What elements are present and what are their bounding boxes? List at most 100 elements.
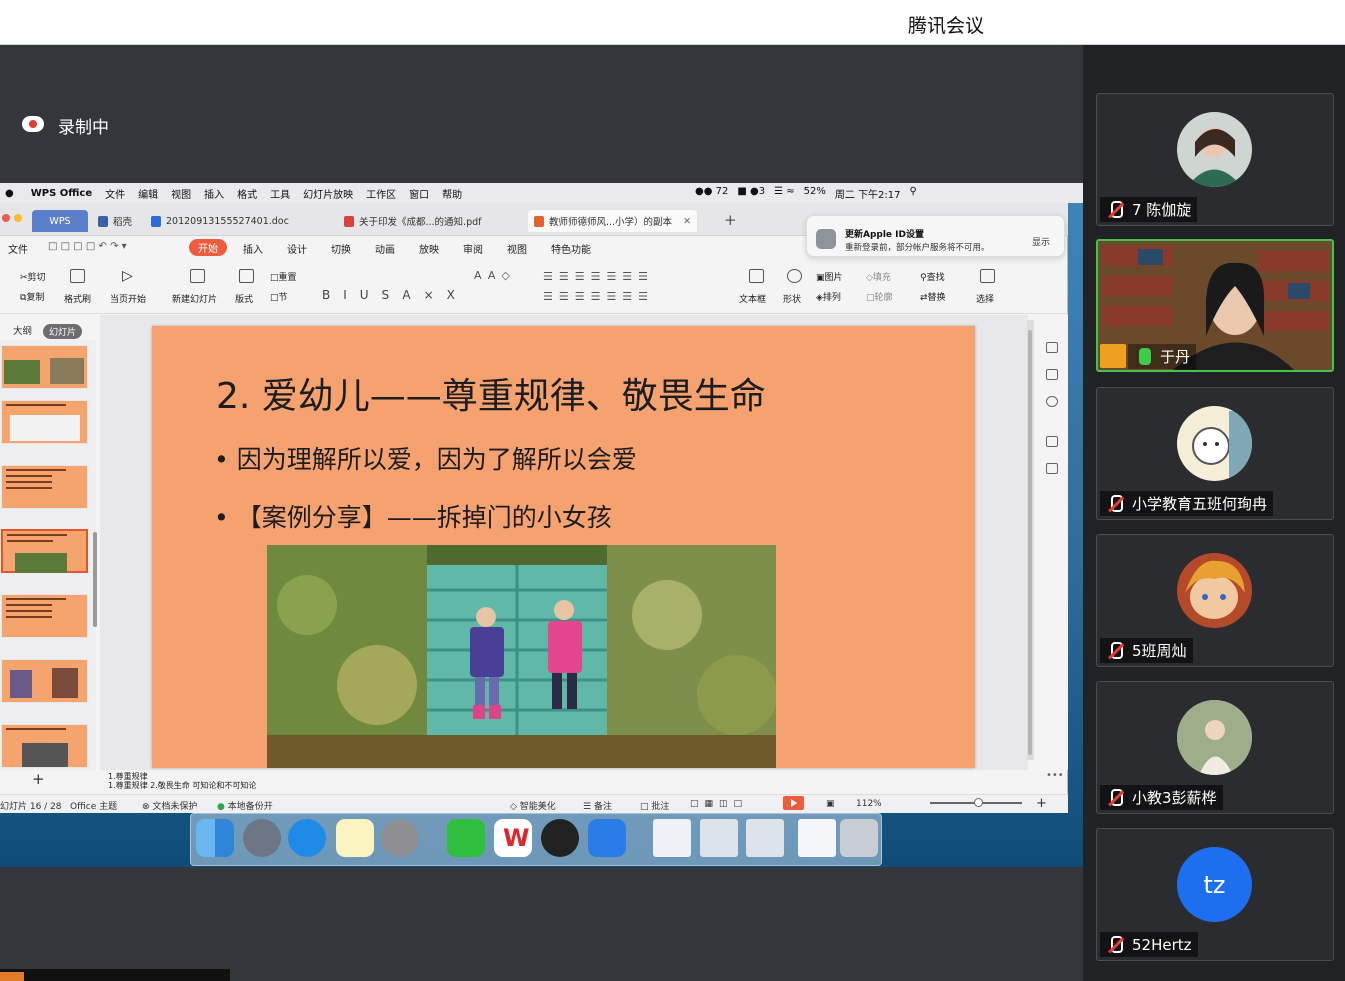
safari-icon[interactable]: [288, 819, 326, 857]
align-buttons[interactable]: ☰☰☰☰☰☰☰: [543, 290, 654, 303]
battery-status[interactable]: 52%: [804, 186, 826, 201]
menu-file[interactable]: 文件: [105, 186, 125, 201]
view-mode-icons[interactable]: □▦◫□: [690, 799, 748, 809]
speaker-notes[interactable]: 1.尊重规律 1.尊重规律 2.敬畏生命 可知论和不可知论: [108, 772, 256, 790]
notes-button[interactable]: ☰ 备注: [583, 799, 612, 812]
menu-format[interactable]: 格式: [237, 186, 257, 201]
tab-slides[interactable]: 幻灯片: [43, 324, 83, 339]
apple-icon[interactable]: ●: [5, 188, 14, 199]
launchpad-icon[interactable]: [243, 819, 281, 857]
ribbon-tab-animation[interactable]: 动画: [375, 241, 395, 256]
ribbon-tab-transition[interactable]: 切换: [331, 241, 351, 256]
wifi-icon[interactable]: ☰ ≈: [774, 186, 795, 201]
trash-icon[interactable]: [840, 819, 878, 857]
new-slide-button[interactable]: 新建幻灯片: [172, 292, 217, 305]
play-from-current-button[interactable]: 当页开始: [110, 292, 146, 305]
menu-slideshow[interactable]: 幻灯片放映: [303, 186, 353, 201]
fill-button[interactable]: ◇填充: [866, 270, 891, 283]
clock[interactable]: 周二 下午2:17: [835, 186, 901, 201]
close-window-icon[interactable]: [2, 214, 10, 222]
fit-window-icon[interactable]: ▣: [826, 799, 835, 809]
system-preferences-icon[interactable]: [381, 819, 419, 857]
finder-icon[interactable]: [196, 819, 234, 857]
tab-outline[interactable]: 大纲: [13, 323, 32, 337]
qq-icon[interactable]: [541, 819, 579, 857]
paragraph-buttons[interactable]: ☰☰☰☰☰☰☰: [543, 270, 654, 283]
document-preview-icon[interactable]: [653, 819, 691, 857]
cut-button[interactable]: ✂剪切: [20, 270, 46, 283]
reset-button[interactable]: □重置: [270, 270, 297, 283]
find-button[interactable]: ⚲查找: [920, 270, 945, 283]
format-painter-icon[interactable]: [70, 269, 85, 283]
section-button[interactable]: □节: [270, 290, 288, 303]
zoom-in-icon[interactable]: +: [1036, 796, 1047, 811]
image-tools-icon[interactable]: [1046, 369, 1058, 380]
play-from-current-icon[interactable]: ▷: [122, 268, 133, 284]
ribbon-tab-view[interactable]: 视图: [507, 241, 527, 256]
slide-thumbnail[interactable]: [1, 594, 88, 638]
zoom-slider-knob[interactable]: [974, 798, 983, 807]
backup-status[interactable]: ● 本地备份开: [217, 799, 273, 812]
thumbnail-scrollbar[interactable]: [93, 532, 97, 627]
notification-tray-icon[interactable]: ■ ●3: [737, 186, 765, 201]
add-slide-icon[interactable]: +: [32, 770, 45, 788]
slide-bullet-2[interactable]: • 【案例分享】——拆掉门的小女孩: [214, 498, 612, 534]
font-size-buttons[interactable]: AA◇: [474, 269, 516, 282]
beautify-button[interactable]: ◇ 智能美化: [510, 799, 556, 812]
textbox-icon[interactable]: [749, 269, 764, 283]
shape-button[interactable]: 形状: [783, 292, 801, 305]
select-icon[interactable]: [980, 269, 995, 283]
slide-title[interactable]: 2. 爱幼儿——尊重规律、敬畏生命: [216, 367, 766, 419]
protect-status[interactable]: ⊗ 文档未保护: [142, 799, 197, 812]
menu-app[interactable]: WPS Office: [31, 188, 92, 199]
notes-app-icon[interactable]: [336, 819, 374, 857]
ribbon-tab-design[interactable]: 设计: [287, 241, 307, 256]
textbox-button[interactable]: 文本框: [739, 292, 766, 305]
tab-docer[interactable]: 稻壳: [92, 210, 138, 232]
tencent-meeting-icon[interactable]: [588, 819, 626, 857]
spotlight-icon[interactable]: ⚲: [910, 186, 917, 201]
ribbon-tab-slideshow[interactable]: 放映: [419, 241, 439, 256]
menu-view[interactable]: 视图: [171, 186, 191, 201]
ribbon-tab-review[interactable]: 审阅: [463, 241, 483, 256]
menu-insert[interactable]: 插入: [204, 186, 224, 201]
tab-close-icon[interactable]: ✕: [683, 216, 691, 227]
menu-workspace[interactable]: 工作区: [366, 186, 396, 201]
menu-edit[interactable]: 编辑: [138, 186, 158, 201]
slide-photo[interactable]: [267, 545, 776, 768]
layout-button[interactable]: 版式: [235, 292, 253, 305]
slide-bullet-1[interactable]: • 因为理解所以爱，因为了解所以会爱: [214, 440, 637, 476]
recording-status[interactable]: 录制中: [58, 113, 109, 138]
zoom-level[interactable]: 112%: [856, 799, 882, 809]
window-preview-icon[interactable]: [746, 819, 784, 857]
new-tab-icon[interactable]: +: [724, 211, 737, 229]
slide-thumbnail-current[interactable]: [1, 529, 88, 573]
shape-icon[interactable]: [787, 269, 802, 283]
window-preview-icon[interactable]: [700, 819, 738, 857]
select-button[interactable]: 选择: [976, 292, 994, 305]
slide-thumbnail[interactable]: [1, 345, 88, 389]
window-preview-icon[interactable]: [798, 819, 836, 857]
ribbon-tab-features[interactable]: 特色功能: [551, 241, 591, 256]
wps-office-icon[interactable]: W: [494, 819, 532, 857]
properties-icon[interactable]: [1046, 342, 1058, 353]
tab-pdf[interactable]: 关于印发《成都...的通知.pdf: [338, 210, 488, 232]
slideshow-play-button[interactable]: [783, 796, 804, 810]
font-style-buttons[interactable]: BIUSA×X: [322, 288, 468, 302]
new-slide-icon[interactable]: [190, 269, 205, 283]
comment-button[interactable]: □ 批注: [640, 799, 669, 812]
ribbon-tab-file[interactable]: 文件: [8, 241, 28, 256]
slide-thumbnail[interactable]: [1, 659, 88, 703]
history-icon[interactable]: [1046, 396, 1058, 407]
menu-tools[interactable]: 工具: [270, 186, 290, 201]
quick-access-icons[interactable]: □ □ □ □ ↶ ↷ ▾: [48, 241, 127, 252]
tab-doc[interactable]: 20120913155527401.doc: [145, 210, 295, 232]
minimize-window-icon[interactable]: [14, 214, 22, 222]
slide-thumbnail[interactable]: [1, 400, 88, 444]
arrange-button[interactable]: ◈排列: [816, 290, 841, 303]
outline-button[interactable]: □轮廓: [866, 290, 893, 303]
tab-ppt-active[interactable]: 教师师德师风...小学）的副本 ✕: [528, 210, 698, 232]
ribbon-tab-home[interactable]: 开始: [189, 239, 227, 256]
menu-help[interactable]: 帮助: [442, 186, 462, 201]
star-icon[interactable]: [1046, 436, 1058, 447]
